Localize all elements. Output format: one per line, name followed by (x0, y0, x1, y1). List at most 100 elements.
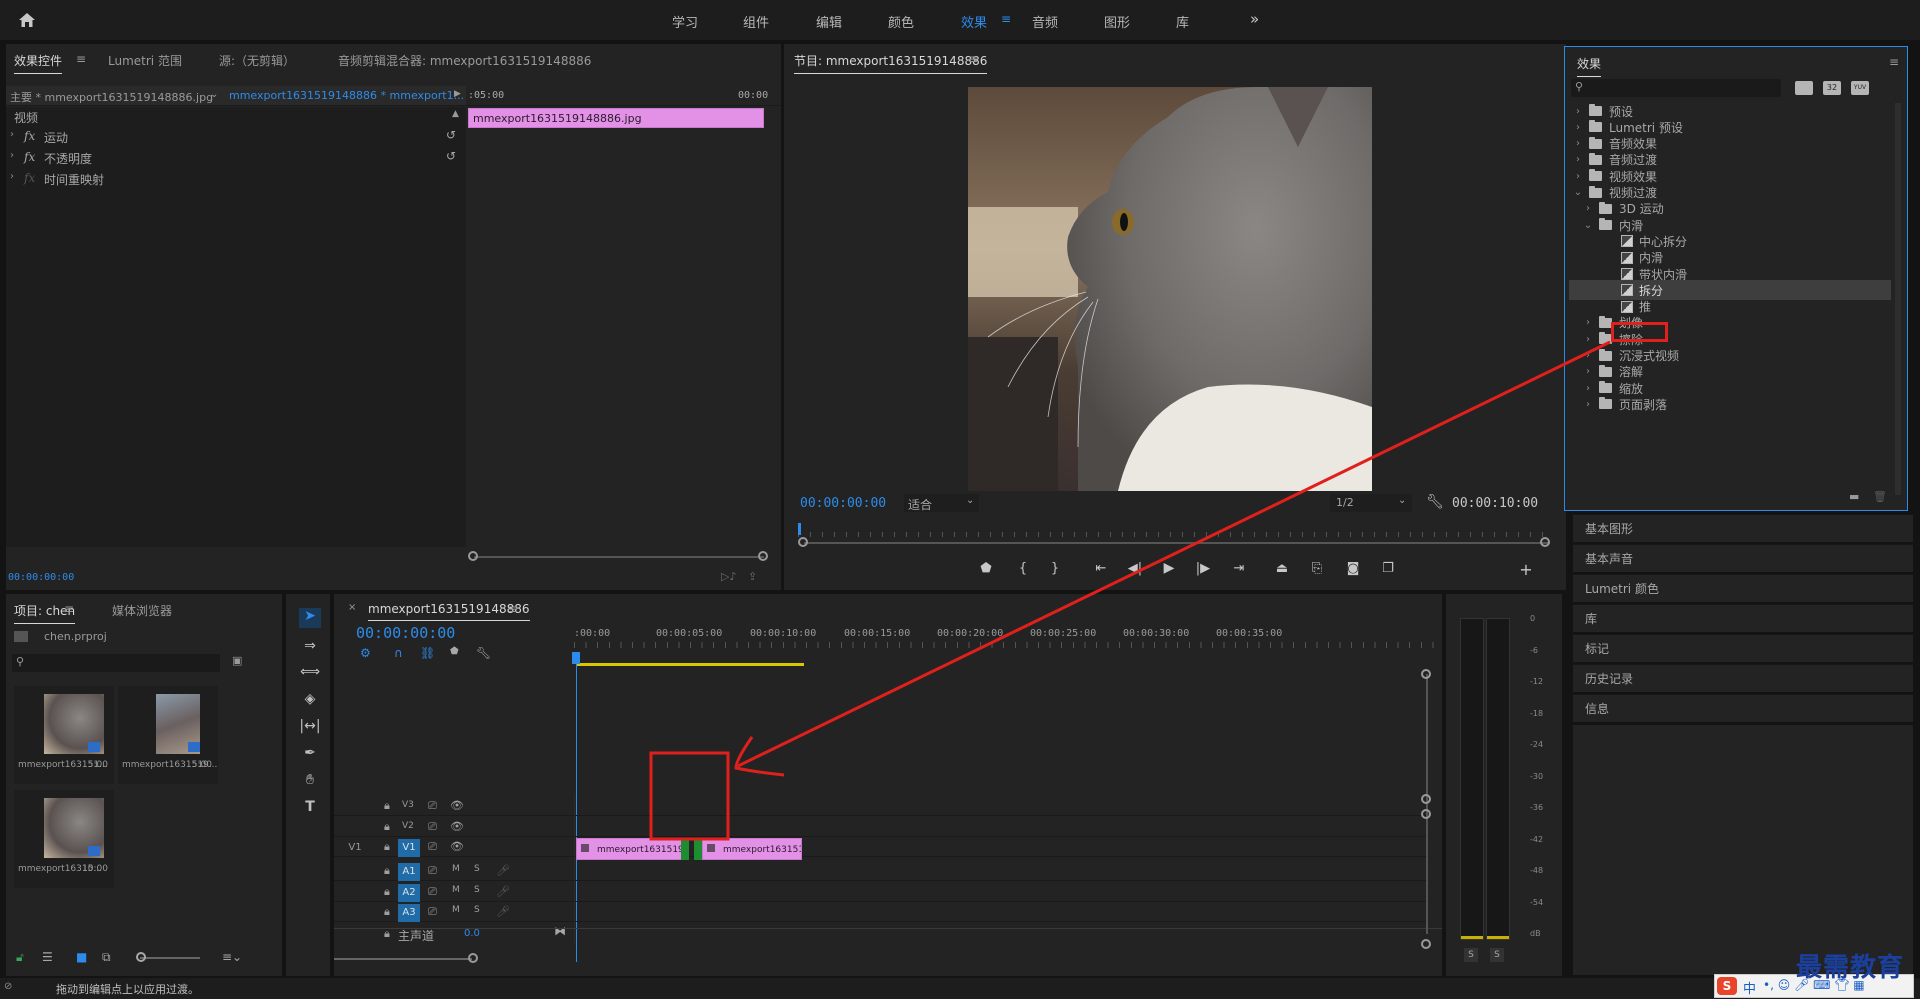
yuv-effects-icon[interactable]: YUV (1851, 81, 1869, 95)
timeline-clip-1[interactable]: mmexport1631519 (576, 838, 686, 860)
chevron-right-icon[interactable]: › (1583, 350, 1593, 361)
chevron-right-icon[interactable]: › (10, 171, 14, 182)
ec-property-row[interactable]: › fx 运动 ↺ (6, 127, 466, 147)
scroll-handle-left[interactable] (798, 537, 808, 547)
eye-icon[interactable]: 👁︎ (450, 840, 464, 853)
track-target-button[interactable]: A3 (398, 904, 420, 922)
lift-icon[interactable]: ⏏ (1272, 561, 1292, 576)
effects-tree-item[interactable]: › 页面剥落 (1569, 394, 1891, 414)
timeline-ruler[interactable]: :00:00 00:00:05:00 00:00:10:00 00:00:15:00 0… (574, 620, 1442, 650)
extract-icon[interactable]: ⎘ (1307, 561, 1327, 576)
sync-lock-icon[interactable]: ⎚ (428, 799, 437, 813)
eye-icon[interactable]: 👁︎ (450, 799, 464, 812)
project-search-input[interactable]: ⚲ (12, 654, 220, 672)
chevron-down-icon[interactable]: ⌄ (1573, 187, 1583, 198)
chevron-right-icon[interactable]: › (10, 150, 14, 161)
tab-source[interactable]: 源:（无剪辑） (219, 52, 295, 69)
solo-button[interactable]: S (474, 885, 480, 895)
sync-lock-icon[interactable]: ⎚ (428, 864, 437, 878)
sync-lock-icon[interactable]: ⎚ (428, 905, 437, 919)
master-volume[interactable]: 0.0 (464, 928, 480, 939)
solo-right-button[interactable]: S (1490, 948, 1504, 962)
freeform-view-icon[interactable]: ⧉ (102, 950, 111, 965)
fx-icon[interactable]: fx (24, 171, 35, 185)
video-track-header[interactable]: 🔒︎ V2 ⎚ 👁︎ (334, 817, 1426, 837)
microphone-icon[interactable]: 🎤︎ (496, 905, 510, 918)
sync-lock-icon[interactable]: ⎚ (428, 885, 437, 899)
fx-icon[interactable]: fx (24, 150, 35, 164)
wrench-icon[interactable]: 🔧︎ (1426, 494, 1444, 510)
chevron-right-icon[interactable]: › (1583, 334, 1593, 345)
master-track-header[interactable]: 🔒︎ 主声道 0.0 ⧓ (334, 924, 574, 944)
slip-tool[interactable]: |↔| (299, 716, 321, 736)
v-handle-2[interactable] (1421, 794, 1431, 804)
add-button-icon[interactable]: + (1516, 560, 1536, 579)
effects-scrollbar[interactable] (1895, 103, 1901, 495)
lock-icon[interactable]: 🔒︎ (384, 927, 390, 941)
type-tool[interactable]: T (299, 797, 321, 817)
share-icon[interactable]: ⇪ (748, 570, 757, 583)
track-target-button[interactable]: A2 (398, 883, 420, 902)
lock-icon[interactable]: 🔒︎ (384, 885, 390, 899)
ec-scroll-handle-right[interactable] (758, 551, 768, 561)
export-frame-icon[interactable]: ◙ (1343, 561, 1363, 576)
source-patch-v1[interactable]: V1 (344, 839, 366, 857)
reset-icon[interactable]: ↺ (446, 128, 456, 142)
effects-title[interactable]: 效果 (1577, 55, 1602, 77)
linked-selection-icon[interactable]: ⛓ (420, 646, 435, 660)
workspace-tab[interactable]: 组件 (743, 12, 769, 31)
chevron-right-icon[interactable]: › (1573, 138, 1583, 149)
ec-timecode[interactable]: 00:00:00:00 (8, 572, 74, 583)
workspace-tab[interactable]: 图形 (1104, 12, 1130, 31)
workspace-tab[interactable]: 编辑 (816, 12, 842, 31)
sync-lock-icon[interactable]: ⎚ (428, 840, 437, 854)
chevron-right-icon[interactable]: › (10, 129, 14, 140)
reset-icon[interactable]: ↺ (446, 149, 456, 163)
v-handle-4[interactable] (1421, 939, 1431, 949)
mute-button[interactable]: M (452, 864, 460, 874)
track-target-button[interactable]: V1 (398, 839, 420, 857)
v-handle-1[interactable] (1421, 669, 1431, 679)
tab-lumetri-scopes[interactable]: Lumetri 范围 (108, 52, 182, 69)
program-title[interactable]: 节目: mmexport1631519148886 (794, 52, 988, 74)
comparison-view-icon[interactable]: ❐ (1378, 561, 1398, 576)
export-icon[interactable]: ▷♪ (721, 570, 736, 583)
ime-mode[interactable]: 中 (1743, 978, 1756, 997)
chevron-right-icon[interactable]: › (1583, 383, 1593, 394)
solo-button[interactable]: S (474, 905, 480, 915)
list-view-icon[interactable]: ☰ (42, 950, 53, 964)
close-icon[interactable]: × (348, 602, 356, 613)
chevron-right-icon[interactable]: › (1573, 122, 1583, 133)
step-forward-icon[interactable]: |▶ (1193, 561, 1213, 576)
video-track-header[interactable]: V1 🔒︎ V1 ⎚ 👁︎ (334, 837, 1426, 857)
scroll-handle-right[interactable] (1540, 537, 1550, 547)
play-icon[interactable]: ▶ (454, 89, 461, 99)
chevron-right-icon[interactable]: › (1573, 154, 1583, 165)
zoom-slider-handle[interactable] (136, 952, 146, 962)
timeline-h-scrollbar[interactable] (334, 958, 472, 960)
project-item[interactable]: mmexport16315... 10:00 (14, 790, 114, 888)
selection-tool[interactable]: ➤ (299, 608, 321, 628)
track-label[interactable]: V2 (402, 821, 414, 831)
chevron-right-icon[interactable]: › (1573, 171, 1583, 182)
ec-property-row[interactable]: › fx 时间重映射 (6, 169, 466, 189)
lock-icon[interactable]: 🔒︎ (384, 864, 390, 878)
solo-left-button[interactable]: S (1464, 948, 1478, 962)
chevron-down-icon[interactable]: ⌄ (210, 89, 218, 100)
lock-icon[interactable]: 🔒︎ (384, 820, 390, 834)
project-item[interactable]: mmexport1631519... 5:00 (118, 686, 218, 784)
lock-icon[interactable]: 🔒︎ (384, 905, 390, 919)
go-to-out-icon[interactable]: ⇥ (1229, 561, 1249, 576)
workspace-tab[interactable]: 颜色 (888, 12, 914, 31)
ec-clip-bar[interactable]: mmexport1631519148886.jpg (468, 108, 764, 128)
chevron-right-icon[interactable]: › (1583, 203, 1593, 214)
workspace-menu-icon[interactable]: ≡ (1001, 12, 1011, 26)
wrench-icon[interactable]: 🔧︎ (476, 646, 491, 660)
new-search-bin-icon[interactable]: ▣ (232, 654, 242, 667)
timeline-clip-2[interactable]: mmexport1631519 (702, 838, 802, 860)
project-item[interactable]: mmexport163151... 5:00 (14, 686, 114, 784)
more-workspaces-button[interactable]: » (1250, 10, 1259, 28)
scroll-up-icon[interactable]: ▲ (452, 109, 459, 119)
lock-icon[interactable]: 🔒︎ (384, 799, 390, 813)
audio-track-header[interactable]: 🔒︎ A1 ⎚ M S 🎤︎ (334, 861, 1426, 881)
